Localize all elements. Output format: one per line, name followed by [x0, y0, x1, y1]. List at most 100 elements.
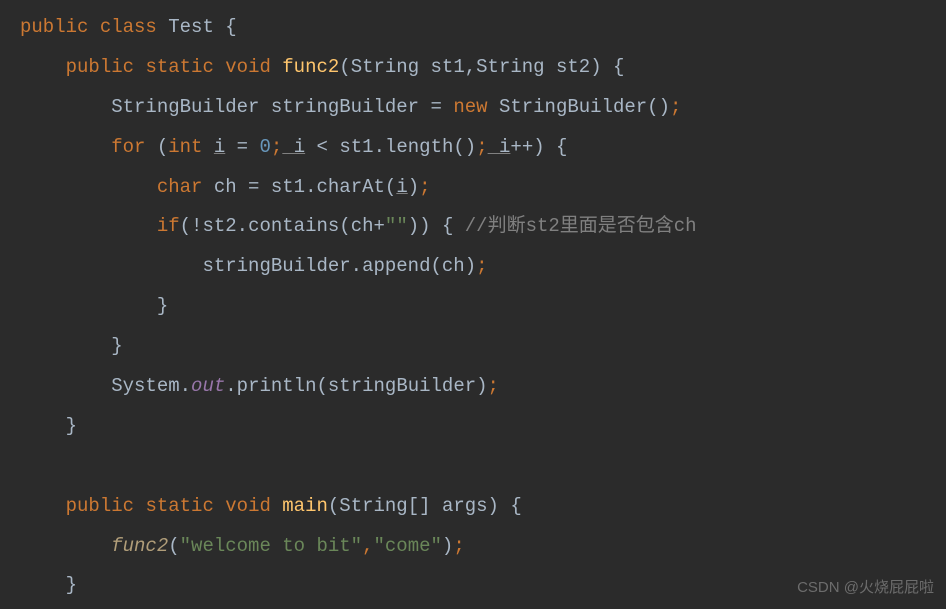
- brace: ) {: [488, 495, 522, 517]
- method-name: main: [282, 495, 328, 517]
- static-field: out: [191, 375, 225, 397]
- method-call: append: [362, 255, 430, 277]
- type: StringBuilder: [111, 96, 259, 118]
- method-call: charAt: [317, 176, 385, 198]
- paren: ): [442, 535, 453, 557]
- code-editor[interactable]: public class Test { public static void f…: [0, 8, 946, 606]
- class-name: Test: [168, 16, 214, 38]
- paren: ): [408, 176, 419, 198]
- method-call: func2: [111, 535, 168, 557]
- code-line[interactable]: }: [20, 287, 946, 327]
- method-name: func2: [282, 56, 339, 78]
- dot: .: [237, 215, 248, 237]
- code-line[interactable]: System.out.println(stringBuilder);: [20, 367, 946, 407]
- semicolon: ;: [488, 375, 499, 397]
- arg-i: i: [396, 176, 407, 198]
- class-ref: System: [111, 375, 179, 397]
- code-line[interactable]: char ch = st1.charAt(i);: [20, 168, 946, 208]
- operator: =: [237, 176, 271, 198]
- brace: }: [66, 415, 77, 437]
- keyword-int: int: [168, 136, 202, 158]
- var: st1: [271, 176, 305, 198]
- keyword-static: static: [145, 495, 213, 517]
- method-call: contains: [248, 215, 339, 237]
- parens: (): [647, 96, 670, 118]
- paren: ): [476, 375, 487, 397]
- param-name: args: [442, 495, 488, 517]
- paren: (: [168, 535, 179, 557]
- keyword-for: for: [111, 136, 145, 158]
- var: ch: [351, 215, 374, 237]
- semicolon: ;: [476, 255, 487, 277]
- keyword-void: void: [225, 495, 271, 517]
- code-line[interactable]: StringBuilder stringBuilder = new String…: [20, 88, 946, 128]
- code-line[interactable]: if(!st2.contains(ch+"")) { //判断st2里面是否包含…: [20, 207, 946, 247]
- keyword-static: static: [145, 56, 213, 78]
- semicolon: ;: [476, 136, 487, 158]
- method-call: println: [237, 375, 317, 397]
- keyword-char: char: [157, 176, 203, 198]
- keyword-if: if: [157, 215, 180, 237]
- var: stringBuilder: [202, 255, 350, 277]
- semicolon: ;: [670, 96, 681, 118]
- code-line[interactable]: public static void func2(String st1,Stri…: [20, 48, 946, 88]
- paren: (: [180, 215, 191, 237]
- number: 0: [260, 136, 271, 158]
- operator: <: [305, 136, 339, 158]
- brace: ) {: [533, 136, 567, 158]
- var-ch: ch: [214, 176, 237, 198]
- paren: (: [317, 375, 328, 397]
- code-line[interactable]: public static void main(String[] args) {: [20, 487, 946, 527]
- dot: .: [225, 375, 236, 397]
- keyword-public: public: [66, 495, 134, 517]
- param-type: String: [351, 56, 419, 78]
- param-type: String: [339, 495, 407, 517]
- brace: {: [431, 215, 465, 237]
- code-line[interactable]: public class Test {: [20, 8, 946, 48]
- keyword-void: void: [225, 56, 271, 78]
- operator: =: [419, 96, 453, 118]
- string-literal: "welcome to bit": [180, 535, 362, 557]
- parens: (): [453, 136, 476, 158]
- constructor: StringBuilder: [499, 96, 647, 118]
- paren: (: [339, 215, 350, 237]
- comma: ,: [465, 56, 476, 78]
- paren: ): [465, 255, 476, 277]
- paren: )): [408, 215, 431, 237]
- var: ch: [442, 255, 465, 277]
- code-line[interactable]: }: [20, 407, 946, 447]
- brace: {: [214, 16, 237, 38]
- dot: .: [180, 375, 191, 397]
- watermark: CSDN @火烧屁屁啦: [797, 572, 934, 604]
- brace: ) {: [590, 56, 624, 78]
- operator: +: [374, 215, 385, 237]
- param-name: st1: [431, 56, 465, 78]
- code-line[interactable]: stringBuilder.append(ch);: [20, 247, 946, 287]
- method-call: length: [385, 136, 453, 158]
- var-i: i: [282, 136, 305, 158]
- var: st2: [202, 215, 236, 237]
- dot: .: [374, 136, 385, 158]
- comment: //判断st2里面是否包含ch: [465, 215, 697, 237]
- code-line[interactable]: for (int i = 0; i < st1.length(); i++) {: [20, 128, 946, 168]
- brace: }: [157, 295, 168, 317]
- keyword-class: class: [100, 16, 157, 38]
- param-type: String: [476, 56, 544, 78]
- keyword-public: public: [20, 16, 88, 38]
- brackets: []: [408, 495, 431, 517]
- operator: ++: [510, 136, 533, 158]
- paren: (: [145, 136, 168, 158]
- brace: }: [66, 574, 77, 596]
- brace: }: [111, 335, 122, 357]
- arg: stringBuilder: [328, 375, 476, 397]
- string-literal: "come": [373, 535, 441, 557]
- code-line[interactable]: [20, 447, 946, 487]
- keyword-new: new: [453, 96, 487, 118]
- param-name: st2: [556, 56, 590, 78]
- code-line[interactable]: }: [20, 327, 946, 367]
- string-literal: "": [385, 215, 408, 237]
- operator: =: [225, 136, 259, 158]
- var-i: i: [488, 136, 511, 158]
- semicolon: ;: [271, 136, 282, 158]
- code-line[interactable]: func2("welcome to bit","come");: [20, 527, 946, 567]
